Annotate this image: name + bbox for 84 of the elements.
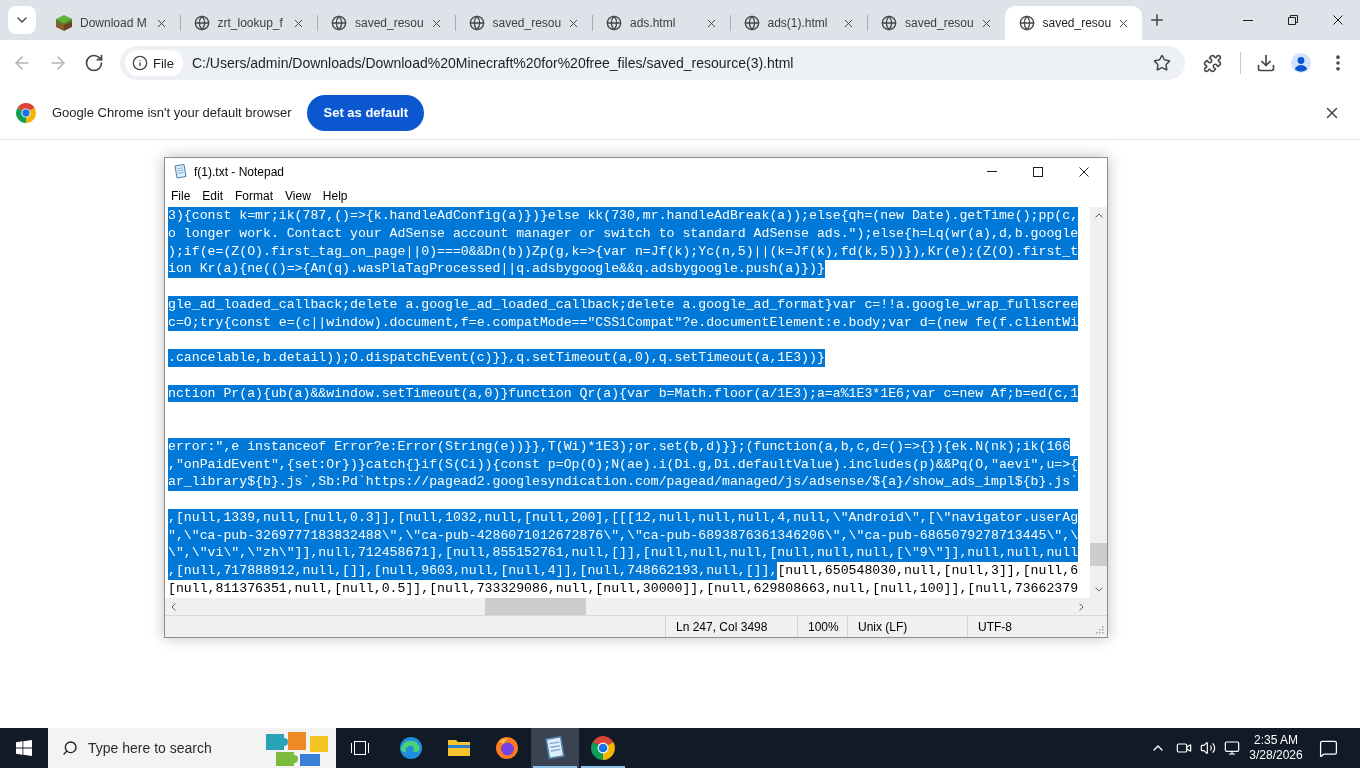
status-text: 100% <box>808 619 839 634</box>
ring-logo-icon <box>495 736 519 760</box>
globe-icon <box>468 15 485 31</box>
notepad-icon <box>173 164 188 179</box>
task-view-icon[interactable] <box>350 740 370 756</box>
new-tab-plus-icon[interactable] <box>1148 11 1166 29</box>
browser-tab[interactable]: zrt_lookup_f <box>179 6 317 40</box>
code-text: [null,811376351,null,[null,0.5]],[null,733329086,null,[null,30000]],[null,629808663,null,[null,100]],[null,73662379 <box>168 579 1079 598</box>
menu-item[interactable]: File <box>165 185 197 207</box>
scrollbar-thumb[interactable] <box>485 598 586 615</box>
browser-tab[interactable]: saved_resou <box>867 6 1005 40</box>
selected-code-text: ,[null,1339,null,[null,0.3]],[null,1032,null,[null,200],[[[12,null,null,null,4,null,\"Android\",[\"navigator.userAg <box>168 508 1079 527</box>
selected-code-text: ion Kr(a){ne(()=>{An(q).wasPlaTagProcessed||q.adsbygoogle&&q.adsbygoogle.push(a)})} <box>168 260 825 278</box>
code-text: [null,650548030,null,[null,3]],[null,6 <box>777 562 1079 580</box>
search-icon <box>62 740 78 756</box>
chrome-logo-icon <box>591 736 615 760</box>
selected-code-text: gle_ad_loaded_callback;delete a.google_ad_loaded_callback;delete a.google_ad_format}var c=!!a.google_wrap_fullscree <box>168 295 1079 314</box>
menu-item[interactable]: Help <box>316 185 354 207</box>
grass-block-icon <box>56 15 72 31</box>
clock-time[interactable]: 2:35 AM <box>1254 733 1298 748</box>
maximize-icon[interactable] <box>1033 166 1043 177</box>
selected-code-text: \",\"vi\",\"zh\"]],null,712458671],[null,855152761,null,[]],[null,null,null,[null,null,null,[\"9\"]],null,null,null <box>168 544 1079 562</box>
horizontal-scrollbar[interactable] <box>165 598 1090 615</box>
globe-icon <box>1018 15 1035 31</box>
download-icon[interactable] <box>1256 53 1276 73</box>
selected-code-text: .cancelable,b.detail));O.dispatchEvent(c)}},q.setTimeout(a,0),q.setTimeout(a,1E3))} <box>168 349 825 367</box>
site-info-chip[interactable]: File <box>125 50 183 76</box>
close-icon[interactable] <box>1332 15 1343 25</box>
infobar-message: Google Chrome isn't your default browser <box>52 105 292 120</box>
chevron-left-icon[interactable] <box>171 602 176 611</box>
camera-icon[interactable] <box>1176 740 1192 756</box>
selected-code-text: ar_library${b}.js`,Sb:Pd`https://pagead2.googlesyndication.com/pagead/managed/js/adsense/${a}/show_ads_impl${b}.js` <box>168 473 1079 491</box>
vertical-scrollbar[interactable] <box>1090 207 1107 598</box>
globe-icon <box>331 15 347 31</box>
chevron-right-icon[interactable] <box>1079 602 1084 611</box>
status-text: Unix (LF) <box>858 619 908 634</box>
windows-logo-icon[interactable] <box>16 740 32 756</box>
search-field[interactable]: Type here to search <box>88 740 262 756</box>
puzzle-pieces-icon <box>266 730 330 766</box>
scrollbar-thumb[interactable] <box>1090 543 1107 566</box>
globe-icon <box>881 15 897 31</box>
search-box[interactable]: Type here to search <box>48 728 336 768</box>
selected-code-text: nction Pr(a){ub(a)&&window.setTimeout(a,0)}function Qr(a){var b=Math.floor(a/1E3);a=a%1E3*1E6;var c=new Af;b=ed(c,1 <box>168 384 1079 403</box>
selected-code-text: ,[null,717888912,null,[]],[null,9603,null,[null,4]],[null,748662193,null,[]], <box>168 562 778 580</box>
monitor-icon[interactable] <box>1224 740 1240 756</box>
close-icon[interactable] <box>1079 166 1089 177</box>
browser-tab[interactable]: saved_resou <box>317 6 455 40</box>
folder-icon <box>448 740 470 756</box>
reload-icon[interactable] <box>84 53 104 73</box>
swirl-logo-icon <box>399 736 423 760</box>
browser-tab[interactable]: saved_resou <box>1004 6 1142 40</box>
window-title: f(1).txt - Notepad <box>194 164 285 179</box>
info-icon <box>132 55 148 71</box>
notification-icon[interactable] <box>1318 738 1338 758</box>
globe-icon <box>193 15 210 31</box>
address-bar[interactable]: File C:/Users/admin/Downloads/Download%20Minecraft%20for%20free_files/saved_resource(3).html <box>120 46 1185 80</box>
status-text: Ln 247, Col 3498 <box>676 619 768 634</box>
selected-code-text: error:",e instanceof Error?e:Error(String(e))}},T(Wi)*1E3);or.set(b,d)}};(function(a,b,c,d=()=>{}){ek.N(nk);ik(166 <box>168 437 1071 456</box>
menu-item[interactable]: Format <box>229 185 280 207</box>
taskbar-app-button[interactable] <box>531 728 579 768</box>
resize-grip-icon[interactable] <box>1095 625 1104 634</box>
avatar-icon[interactable] <box>1291 53 1311 73</box>
chevron-down-icon[interactable] <box>1094 587 1103 592</box>
selected-code-text: 3){const k=mr;ik(787,()=>{k.handleAdConfig(a)})}else kk(730,mr.handleAdBreak(a));else{qh=(new Date).getTime();pp(c, <box>168 207 1079 225</box>
menu-item[interactable]: Edit <box>196 185 230 207</box>
status-text: UTF-8 <box>978 619 1012 634</box>
chrome-logo-icon <box>16 102 36 123</box>
clock-date[interactable]: 3/28/2026 <box>1249 748 1303 763</box>
browser-tab[interactable]: ads(1).html <box>729 6 867 40</box>
set-as-default-button[interactable]: Set as default <box>307 94 424 131</box>
star-icon[interactable] <box>1153 54 1171 72</box>
minimize-icon[interactable] <box>1242 19 1253 21</box>
url-field[interactable]: C:/Users/admin/Downloads/Download%20Minecraft%20for%20free_files/saved_resource(3).html <box>191 55 1145 71</box>
browser-tab[interactable]: ads.html <box>592 6 730 40</box>
puzzle-piece-icon[interactable] <box>1202 53 1222 73</box>
notepad-icon <box>543 736 567 760</box>
globe-icon <box>743 15 760 31</box>
tab-search-button[interactable] <box>8 6 36 34</box>
volume-icon[interactable] <box>1200 740 1216 756</box>
globe-icon <box>606 15 622 31</box>
browser-tab[interactable]: Download M <box>42 6 180 40</box>
browser-tab[interactable]: saved_resou <box>454 6 592 40</box>
restore-icon[interactable] <box>1287 15 1298 25</box>
menu-item[interactable]: View <box>279 185 317 207</box>
